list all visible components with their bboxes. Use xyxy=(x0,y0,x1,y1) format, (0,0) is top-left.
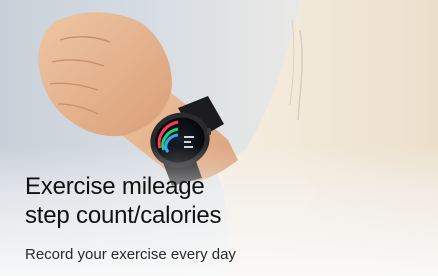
banner-subline: Record your exercise every day xyxy=(25,246,236,263)
headline-line-2: step count/calories xyxy=(25,202,222,229)
headline-line-1: Exercise mileage xyxy=(25,173,205,200)
banner-headline: Exercise mileage step count/calories xyxy=(25,172,222,230)
fist xyxy=(38,12,172,137)
product-banner: Exercise mileage step count/calories Rec… xyxy=(0,0,438,276)
